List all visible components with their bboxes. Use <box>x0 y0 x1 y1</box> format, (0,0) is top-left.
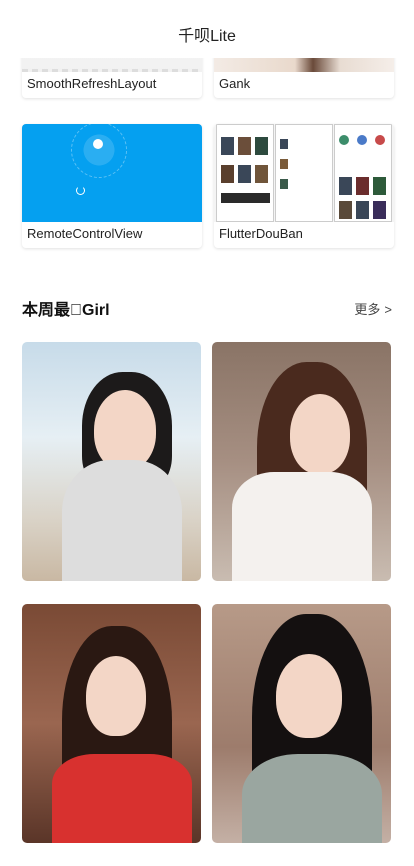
phone-screenshot <box>216 124 274 222</box>
project-label: Gank <box>219 76 251 91</box>
dial-graphic <box>71 124 127 178</box>
loading-spinner-icon <box>76 186 85 195</box>
phone-screenshot <box>275 124 333 222</box>
project-label: RemoteControlView <box>27 226 143 241</box>
girl-photo[interactable] <box>22 604 201 843</box>
project-card-flutterdouban[interactable]: FlutterDouBan <box>214 124 394 248</box>
section-title: 本周最 Girl <box>22 302 110 319</box>
more-button[interactable]: 更多 > <box>354 299 392 318</box>
project-thumbnail <box>22 124 202 222</box>
project-card-remotecontrolview[interactable]: RemoteControlView <box>22 124 202 248</box>
chevron-right-icon: > <box>384 301 392 317</box>
section-header: 本周最 Girl 更多 > <box>22 294 392 322</box>
app-bar: 千呗Lite <box>0 0 414 58</box>
project-label: FlutterDouBan <box>219 226 303 241</box>
project-thumbnail <box>214 124 394 222</box>
app-title: 千呗Lite <box>178 28 236 45</box>
girl-photo[interactable] <box>212 342 391 581</box>
girl-photo[interactable] <box>22 342 201 581</box>
phone-screenshot <box>334 124 392 222</box>
more-label: 更多 <box>354 301 381 317</box>
girl-photo[interactable] <box>212 604 391 843</box>
project-label: SmoothRefreshLayout <box>27 76 157 91</box>
dial-dot <box>93 139 103 149</box>
